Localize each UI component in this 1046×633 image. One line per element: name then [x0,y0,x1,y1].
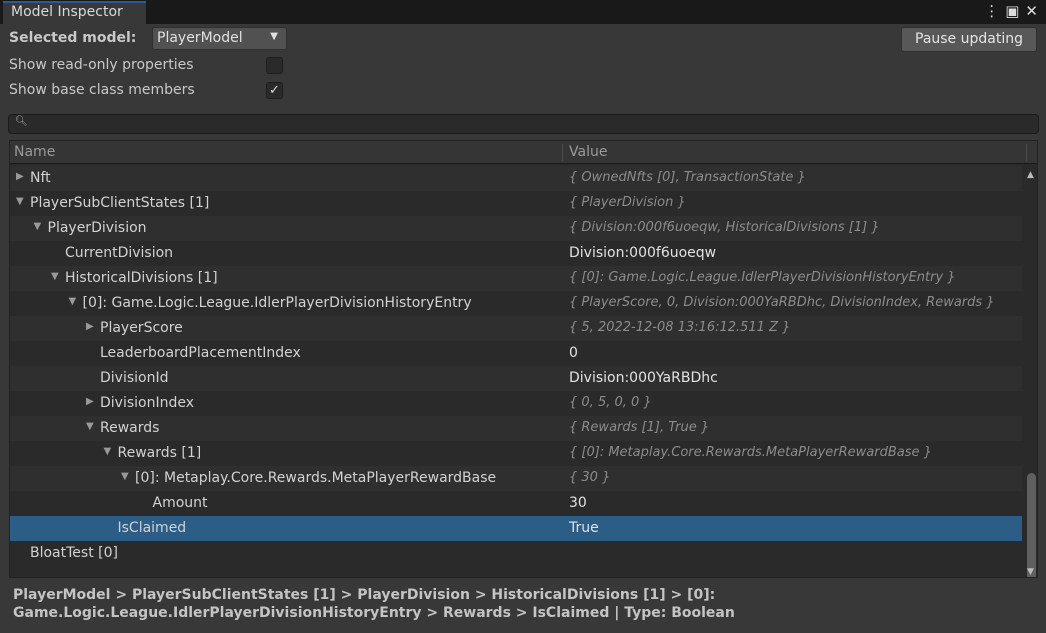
row-value: 30 [569,495,587,511]
inspector-panel: Selected model: PlayerModel ▼ Pause upda… [0,24,1046,633]
row-value: { PlayerScore, 0, Division:000YaRBDhc, D… [569,295,995,310]
row-value: True [569,520,599,536]
tree-header: Name Value [10,141,1037,164]
tree-row[interactable]: ▼ PlayerDivision { Division:000f6uoeqw, Hi… [10,216,1022,241]
row-value: { 5, 2022-12-08 13:16:12.511 Z } [569,320,791,335]
tree-row[interactable]: DivisionId Division:000YaRBDhc [10,366,1022,391]
property-tree: ▶ClientAppPauseStatus{ 0 }▶Nft{ OwnedNft… [9,140,1038,578]
tree-row[interactable]: ▶ PlayerScore { 5, 2022-12-08 13:16:12.511… [10,316,1022,341]
search-input[interactable]: 🔍︎ [8,114,1039,134]
scroll-down-icon[interactable]: ▼ [1027,567,1034,577]
row-name: DivisionId [100,370,169,386]
collapsed-arrow-icon[interactable]: ▶ [86,396,94,407]
row-name: Rewards [100,420,160,436]
expanded-arrow-icon[interactable]: ▼ [51,271,59,282]
checkmark-icon: ✓ [269,83,280,98]
row-name: [0]: Metaplay.Core.Rewards.MetaPlayerRew… [135,470,497,486]
show-base-checkbox[interactable]: ✓ [266,82,283,99]
show-readonly-label: Show read-only properties [9,57,194,73]
expanded-arrow-icon[interactable]: ▼ [86,421,94,432]
expanded-arrow-icon[interactable]: ▼ [34,221,42,232]
selected-model-dropdown[interactable]: PlayerModel ▼ [152,27,287,50]
row-name: HistoricalDivisions [1] [65,270,218,286]
row-value: { [0]: Game.Logic.League.IdlerPlayerDivi… [569,270,956,285]
tree-row[interactable]: ▼ HistoricalDivisions [1] { [0]: Game.Logi… [10,266,1022,291]
column-divider [1026,144,1027,161]
tree-row[interactable]: ▶ DivisionIndex { 0, 5, 0, 0 } [10,391,1022,416]
tree-row[interactable]: ▼ Rewards { Rewards [1], True } [10,416,1022,441]
row-name: Nft [30,170,51,186]
row-value: { Rewards [1], True } [569,420,710,435]
column-header-value[interactable]: Value [562,144,607,161]
chevron-down-icon: ▼ [270,31,278,42]
row-name: Rewards [1] [117,445,202,461]
tree-row[interactable]: CurrentDivision Division:000f6uoeqw [10,241,1022,266]
tree-row[interactable]: BloatTest [0] [10,541,1022,566]
row-value: { PlayerDivision } [569,195,686,210]
row-value: Division:000f6uoeqw [569,245,717,261]
row-name: BloatTest [0] [30,545,118,561]
scrollbar-thumb[interactable] [1027,473,1036,577]
kebab-menu-icon[interactable]: ⋮ [984,2,999,20]
tree-row[interactable]: ▼ [0]: Metaplay.Core.Rewards.MetaPlayerRe… [10,466,1022,491]
tab-model-inspector[interactable]: Model Inspector [3,1,146,24]
maximize-icon[interactable]: ▣ [1005,2,1019,20]
row-value: { 30 } [569,470,611,485]
scroll-up-icon[interactable]: ▲ [1027,170,1034,180]
title-bar: Model Inspector ⋮ ▣ ✕ [0,0,1046,24]
row-value: { 0, 5, 0, 0 } [569,395,652,410]
vertical-scrollbar[interactable]: ▲ ▼ [1025,165,1037,577]
tree-row[interactable]: ▶ Nft { OwnedNfts [0], TransactionState } [10,166,1022,191]
selected-model-value: PlayerModel [157,30,243,46]
expanded-arrow-icon[interactable]: ▼ [16,196,24,207]
selected-model-label: Selected model: [9,30,137,46]
collapsed-arrow-icon[interactable]: ▶ [16,171,24,182]
row-name: DivisionIndex [100,395,195,411]
row-name: CurrentDivision [65,245,174,261]
row-value: Division:000YaRBDhc [569,370,718,386]
tree-row[interactable]: LeaderboardPlacementIndex 0 [10,341,1022,366]
row-value: { OwnedNfts [0], TransactionState } [569,170,806,185]
collapsed-arrow-icon[interactable]: ▶ [86,321,94,332]
expanded-arrow-icon[interactable]: ▼ [104,446,112,457]
row-name: PlayerDivision [47,220,147,236]
row-value: { [0]: Metaplay.Core.Rewards.MetaPlayerR… [569,445,932,460]
expanded-arrow-icon[interactable]: ▼ [121,471,129,482]
tree-row[interactable]: IsClaimed True [10,516,1022,541]
status-path: PlayerModel > PlayerSubClientStates [1] … [13,587,735,621]
tree-row[interactable]: ▼ Rewards [1] { [0]: Metaplay.Core.Rewards… [10,441,1022,466]
expanded-arrow-icon[interactable]: ▼ [69,296,77,307]
show-base-label: Show base class members [9,82,195,98]
row-name: PlayerSubClientStates [1] [30,195,210,211]
row-name: Amount [152,495,208,511]
column-header-name[interactable]: Name [14,144,55,160]
row-name: IsClaimed [117,520,187,536]
tree-row[interactable]: Amount 30 [10,491,1022,516]
row-name: LeaderboardPlacementIndex [100,345,301,361]
search-icon: 🔍︎ [15,116,28,127]
row-name: [0]: Game.Logic.League.IdlerPlayerDivisi… [82,295,472,311]
tree-row[interactable]: ▼ PlayerSubClientStates [1] { PlayerDivisi… [10,191,1022,216]
pause-updating-button[interactable]: Pause updating [901,27,1037,52]
close-icon[interactable]: ✕ [1025,2,1038,20]
row-value: { Division:000f6uoeqw, HistoricalDivisio… [569,220,880,235]
row-value: 0 [569,345,578,361]
tree-row[interactable]: ▼ [0]: Game.Logic.League.IdlerPlayerDivis… [10,291,1022,316]
show-readonly-checkbox[interactable] [266,57,283,74]
row-name: PlayerScore [100,320,183,336]
